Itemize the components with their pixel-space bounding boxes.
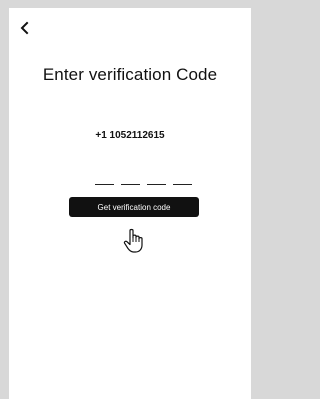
code-digit-4[interactable] (173, 175, 192, 185)
back-chevron-icon[interactable] (19, 21, 31, 35)
code-digit-2[interactable] (121, 175, 140, 185)
code-digit-3[interactable] (147, 175, 166, 185)
verification-code-input[interactable] (95, 175, 195, 185)
phone-number: +1 1052112615 (95, 130, 165, 141)
code-digit-1[interactable] (95, 175, 114, 185)
page-title: Enter verification Code (42, 65, 218, 84)
verification-screen: Enter verification Code +1 1052112615 Ge… (9, 8, 251, 399)
hand-pointer-icon (122, 227, 148, 255)
get-verification-code-button[interactable]: Get verification code (69, 197, 199, 217)
